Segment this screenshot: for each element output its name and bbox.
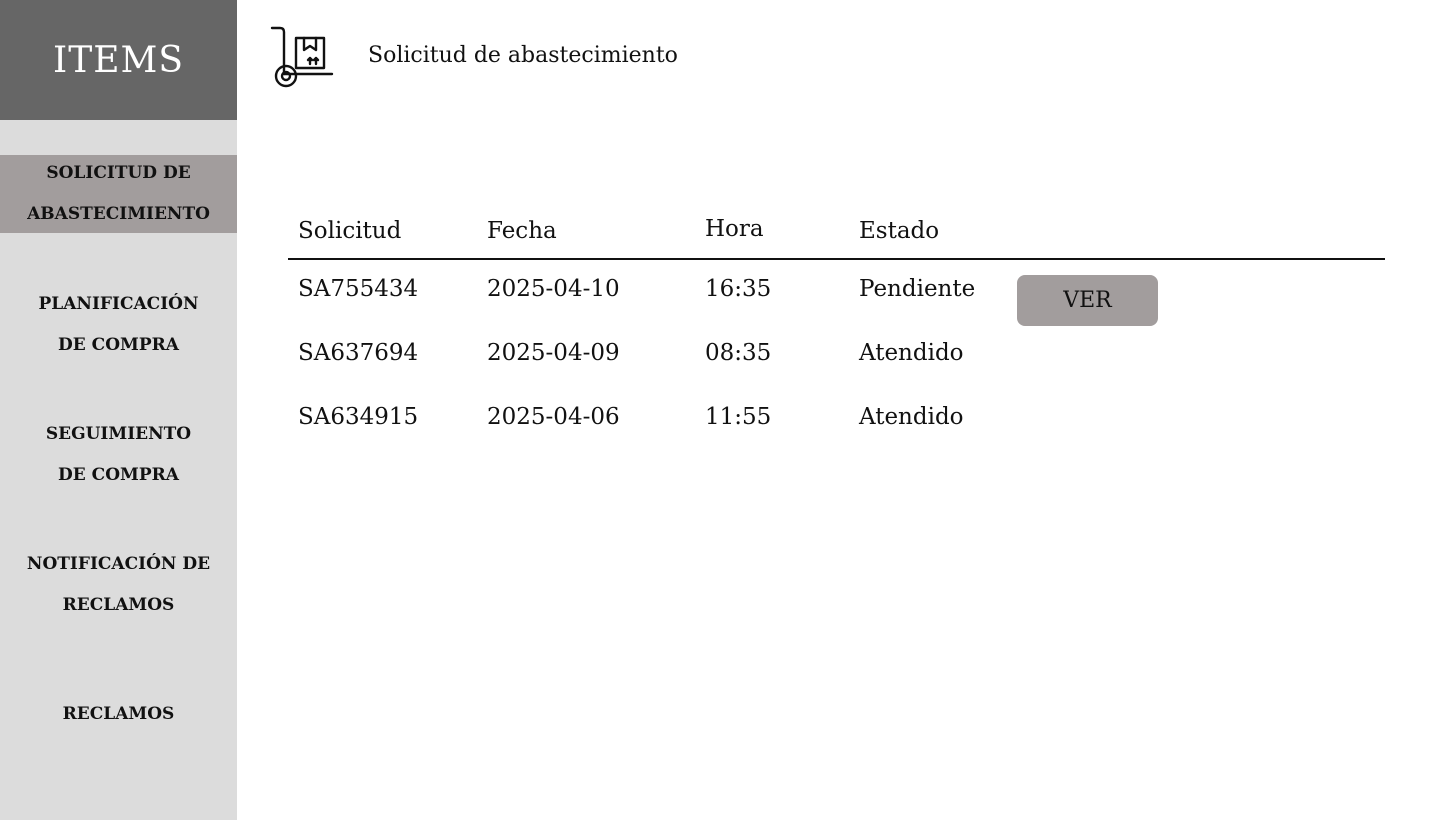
sidebar-item-notificacion-reclamos[interactable]: NOTIFICACIÓN DE RECLAMOS [0,544,237,626]
sidebar-item-solicitud-abastecimiento[interactable]: SOLICITUD DE ABASTECIMIENTO [0,155,237,233]
table-row: SA755434 2025-04-10 16:35 Pendiente VER [288,260,1385,326]
column-header-solicitud: Solicitud [298,218,402,244]
requests-table: Solicitud Fecha Hora Estado SA755434 202… [288,210,1385,452]
sidebar-header: ITEMS [0,0,237,120]
sidebar-item-label: PLANIFICACIÓN DE COMPRA [38,294,199,355]
cell-hora: 16:35 [705,276,772,302]
column-header-hora: Hora [705,216,764,242]
cell-solicitud: SA755434 [298,276,419,302]
cell-estado: Pendiente [859,276,976,302]
cell-estado: Atendido [859,340,964,366]
table-row: SA637694 2025-04-09 08:35 Atendido [288,324,1385,388]
column-header-fecha: Fecha [487,218,557,244]
table-row: SA634915 2025-04-06 11:55 Atendido [288,388,1385,452]
sidebar-title: ITEMS [52,39,185,81]
cell-solicitud: SA637694 [298,340,419,366]
sidebar-item-label: SOLICITUD DE ABASTECIMIENTO [27,163,210,224]
table-header: Solicitud Fecha Hora Estado [288,210,1385,260]
cell-solicitud: SA634915 [298,404,419,430]
sidebar-item-label: SEGUIMIENTO DE COMPRA [45,424,192,485]
cell-fecha: 2025-04-09 [487,340,620,366]
page-title: Solicitud de abastecimiento [368,43,678,68]
cell-hora: 08:35 [705,340,772,366]
column-header-estado: Estado [859,218,940,244]
cell-fecha: 2025-04-06 [487,404,620,430]
sidebar-item-reclamos[interactable]: RECLAMOS [0,694,237,735]
cell-hora: 11:55 [705,404,772,430]
sidebar: ITEMS SOLICITUD DE ABASTECIMIENTO PLANIF… [0,0,237,820]
sidebar-item-label: NOTIFICACIÓN DE RECLAMOS [26,554,211,615]
cell-estado: Atendido [859,404,964,430]
cell-fecha: 2025-04-10 [487,276,620,302]
sidebar-item-label: RECLAMOS [62,704,175,724]
sidebar-item-planificacion-compra[interactable]: PLANIFICACIÓN DE COMPRA [0,284,237,366]
ver-button[interactable]: VER [1017,275,1158,326]
sidebar-item-seguimiento-compra[interactable]: SEGUIMIENTO DE COMPRA [0,414,237,496]
hand-truck-box-icon [268,24,338,92]
